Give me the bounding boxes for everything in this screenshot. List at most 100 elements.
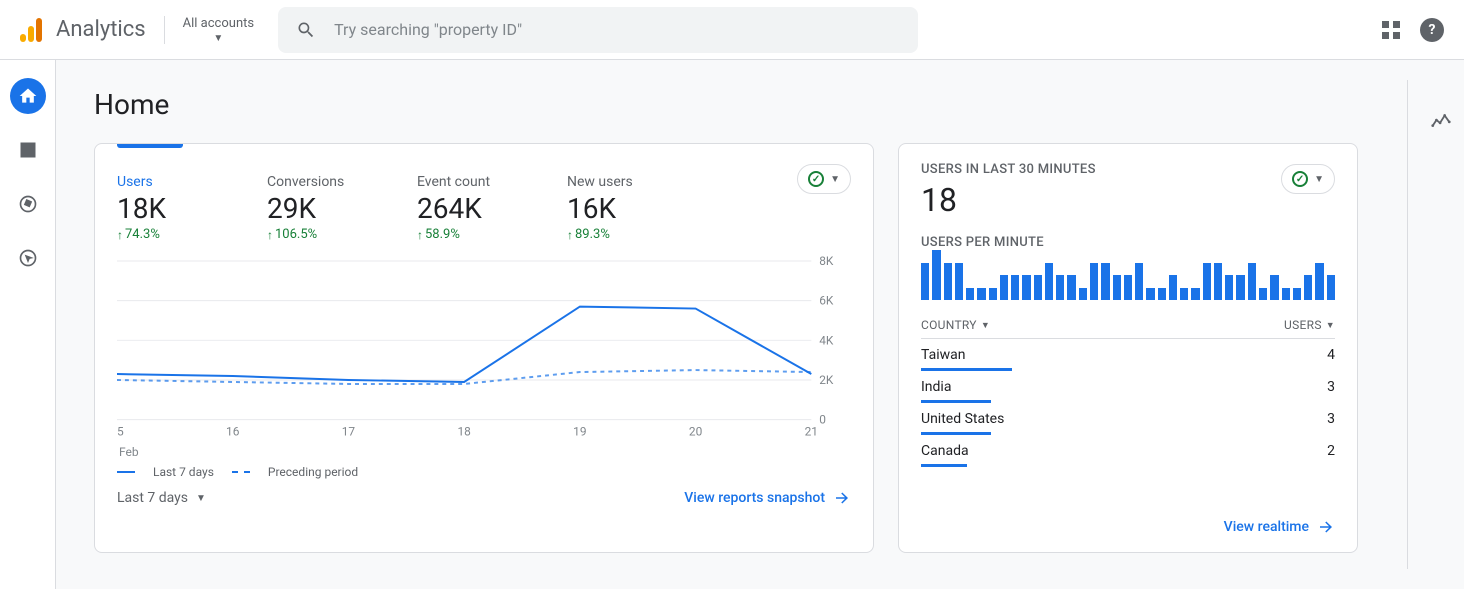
- view-reports-link[interactable]: View reports snapshot: [684, 489, 851, 507]
- table-row: Taiwan 4: [921, 339, 1335, 371]
- metric-delta: 106.5%: [267, 227, 377, 242]
- spark-bar: [1304, 275, 1312, 300]
- spark-bar: [1079, 288, 1087, 301]
- spark-bar: [1067, 275, 1075, 300]
- nav-home[interactable]: [10, 78, 46, 114]
- col-users[interactable]: USERS ▼: [1284, 318, 1335, 332]
- spark-bar: [977, 288, 985, 301]
- spark-bar: [1225, 275, 1233, 300]
- spark-bar: [1327, 275, 1335, 300]
- realtime-value: 18: [921, 181, 1335, 219]
- analytics-logo: [20, 18, 42, 42]
- chevron-down-icon: ▼: [213, 33, 223, 44]
- nav-reports[interactable]: [10, 132, 46, 168]
- spark-bar: [966, 288, 974, 301]
- spark-title: USERS PER MINUTE: [921, 235, 1335, 250]
- legend-label-current: Last 7 days: [153, 465, 214, 479]
- app-header: Analytics All accounts ▼ Try searching "…: [0, 0, 1464, 60]
- country-table-body: Taiwan 4 India 3 United States 3 Canada …: [921, 339, 1335, 467]
- spark-bar: [1293, 288, 1301, 301]
- table-row: India 3: [921, 371, 1335, 403]
- svg-text:16: 16: [226, 425, 240, 439]
- spark-bar: [1259, 288, 1267, 301]
- col-country[interactable]: COUNTRY ▼: [921, 318, 990, 332]
- spark-bar: [932, 250, 940, 300]
- country-users: 3: [1327, 379, 1335, 395]
- svg-text:4K: 4K: [819, 333, 834, 347]
- spark-bar: [1113, 275, 1121, 300]
- legend-swatch-prev: [232, 471, 250, 473]
- metric-label: Event count: [417, 174, 527, 190]
- spark-bar: [1090, 263, 1098, 301]
- arrow-right-icon: [833, 489, 851, 507]
- search-placeholder: Try searching "property ID": [334, 20, 522, 39]
- spark-bar: [1282, 288, 1290, 301]
- active-tab-indicator: [117, 144, 183, 148]
- svg-text:18: 18: [457, 425, 471, 439]
- spark-bar: [1191, 288, 1199, 301]
- account-label: All accounts: [183, 16, 254, 31]
- chevron-down-icon: ▼: [1314, 174, 1324, 185]
- metric-tab[interactable]: New users 16K 89.3%: [567, 174, 677, 242]
- spark-bar: [1169, 275, 1177, 300]
- spark-bar: [1315, 263, 1323, 301]
- svg-text:8K: 8K: [819, 256, 834, 268]
- main-content: Home ✓ ▼ Users 18K 74.3%Conversions 29K …: [56, 60, 1464, 589]
- metric-value: 29K: [267, 192, 377, 225]
- legend-label-prev: Preceding period: [268, 465, 358, 479]
- svg-text:2K: 2K: [819, 373, 834, 387]
- country-users: 2: [1327, 443, 1335, 459]
- country-name: Canada: [921, 443, 969, 459]
- check-icon: ✓: [1292, 171, 1308, 187]
- apps-icon[interactable]: [1382, 21, 1400, 39]
- spark-bar: [1056, 275, 1064, 300]
- metric-tab[interactable]: Event count 264K 58.9%: [417, 174, 527, 242]
- view-realtime-link[interactable]: View realtime: [1224, 518, 1335, 536]
- chevron-down-icon: ▼: [830, 174, 840, 185]
- metric-delta: 58.9%: [417, 227, 527, 242]
- brand-name: Analytics: [56, 17, 146, 42]
- card-status-pill[interactable]: ✓ ▼: [797, 164, 851, 194]
- spark-bar: [1158, 288, 1166, 301]
- table-row: Canada 2: [921, 435, 1335, 467]
- spark-bar: [989, 288, 997, 301]
- svg-text:21: 21: [805, 425, 818, 439]
- account-switcher[interactable]: All accounts ▼: [164, 16, 254, 44]
- users-per-minute-chart: [921, 250, 1335, 300]
- legend-swatch-current: [117, 471, 135, 473]
- chevron-down-icon: ▼: [1326, 320, 1335, 331]
- spark-bar: [1236, 275, 1244, 300]
- nav-advertising[interactable]: [10, 240, 46, 276]
- spark-bar: [1146, 288, 1154, 301]
- spark-bar: [1203, 263, 1211, 301]
- search-input[interactable]: Try searching "property ID": [278, 7, 918, 53]
- spark-bar: [944, 263, 952, 301]
- spark-bar: [1124, 275, 1132, 300]
- card-status-pill[interactable]: ✓ ▼: [1281, 164, 1335, 194]
- spark-bar: [1135, 263, 1143, 301]
- chevron-down-icon: ▼: [196, 493, 206, 504]
- nav-explore[interactable]: [10, 186, 46, 222]
- period-selector[interactable]: Last 7 days ▼: [117, 490, 206, 506]
- metric-tab[interactable]: Conversions 29K 106.5%: [267, 174, 377, 242]
- svg-text:15: 15: [117, 425, 124, 439]
- metric-value: 18K: [117, 192, 227, 225]
- realtime-title: USERS IN LAST 30 MINUTES: [921, 162, 1335, 177]
- search-icon: [296, 20, 316, 40]
- help-icon[interactable]: ?: [1420, 18, 1444, 42]
- spark-bar: [1270, 275, 1278, 300]
- metric-value: 16K: [567, 192, 677, 225]
- overview-card: ✓ ▼ Users 18K 74.3% Conversions 29K 106.5…: [94, 143, 874, 553]
- spark-bar: [1101, 263, 1109, 301]
- spark-bar: [1022, 275, 1030, 300]
- users-line-chart: 02K4K6K8K 15161718192021: [117, 256, 851, 441]
- side-nav: [0, 60, 56, 589]
- chart-legend: Last 7 days Preceding period: [117, 465, 851, 479]
- spark-bar: [921, 263, 929, 301]
- metric-tab[interactable]: Users 18K 74.3%: [117, 174, 227, 242]
- svg-text:17: 17: [342, 425, 356, 439]
- spark-bar: [1034, 275, 1042, 300]
- spark-bar: [1045, 263, 1053, 301]
- metrics-row: Users 18K 74.3% Conversions 29K 106.5% Eve…: [117, 174, 851, 242]
- insights-icon[interactable]: [1430, 110, 1452, 136]
